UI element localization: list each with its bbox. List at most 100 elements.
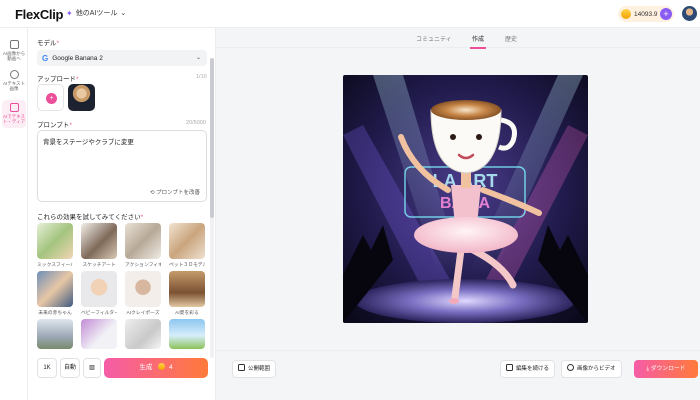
effect-name: ミックスフィーバー (37, 263, 73, 268)
upload-button[interactable]: + (37, 84, 64, 111)
effect-thumb (169, 223, 205, 259)
publish-scope-button[interactable]: 公開範囲 (232, 360, 277, 378)
effect-name: ベビーフィルター (81, 311, 117, 316)
effect-name: アクションフィギュア (125, 263, 161, 268)
effect-card[interactable] (169, 319, 205, 349)
publish-scope-label: 公開範囲 (248, 366, 271, 372)
effect-card[interactable] (125, 319, 161, 349)
prompt-count: 20/5000 (186, 120, 206, 126)
upload-icon: + (46, 93, 57, 104)
generated-image[interactable]: LA ART BA NA (343, 75, 588, 323)
pencil-icon (506, 364, 513, 371)
effect-thumb (169, 319, 205, 349)
model-value: Google Banana 2 (52, 54, 103, 62)
effect-name: AIクレイポーズ (126, 311, 160, 316)
tool-dropdown[interactable]: ✦ 他のAIツール ⌄ (66, 8, 126, 18)
effect-card[interactable] (81, 319, 117, 349)
effect-thumb (37, 271, 73, 307)
generate-label: 生成 (139, 364, 153, 371)
effect-thumb (125, 223, 161, 259)
upload-label: アップロード* (37, 76, 79, 83)
scrollbar-thumb[interactable] (210, 58, 214, 218)
effect-thumb (81, 319, 117, 349)
effect-thumb (125, 319, 161, 349)
coin-icon (621, 9, 631, 19)
effect-thumb (169, 271, 205, 307)
effect-card[interactable]: 未来の赤ちゃん (37, 271, 73, 316)
generated-image-art: LA ART BA NA (343, 75, 588, 323)
continue-edit-button[interactable]: 編集を続ける (500, 360, 556, 378)
magic-wand-icon: ⟲ (150, 190, 155, 196)
download-label: ダウンロード (650, 366, 686, 372)
text-image-icon (9, 70, 19, 79)
effect-card[interactable]: AI夏を彩る (169, 271, 205, 316)
credits-value: 14093.9 (634, 10, 658, 18)
prompt-text: 背景をステージやクラブに変更 (43, 139, 134, 146)
view-tabs: コミュニティ 作成 歴史 (216, 28, 700, 49)
effect-card[interactable] (37, 319, 73, 349)
prompt-optimize-button[interactable]: ⟲ プロンプトを改善 (150, 188, 200, 196)
settings-panel: モデル* G Google Banana 2 ⌄ アップロード* 1/10 + … (28, 28, 216, 400)
rail-item-image-edit[interactable]: AIでテキスト・ディア (2, 100, 26, 128)
user-avatar[interactable] (682, 6, 697, 21)
top-bar: FlexClip ✦ 他のAIツール ⌄ 14093.9 + (0, 0, 700, 28)
download-icon: ⤓ (646, 366, 650, 372)
prompt-label: プロンプト* (37, 122, 72, 129)
model-label: モデル* (37, 40, 60, 47)
visibility-icon (238, 364, 245, 371)
image-to-video-button[interactable]: 画像からビデオ (561, 360, 622, 378)
effect-card[interactable]: アクションフィギュア (125, 223, 161, 268)
panel-scrollbar[interactable] (210, 58, 214, 358)
tab-history[interactable]: 歴史 (505, 34, 517, 43)
add-credits-icon[interactable]: + (660, 8, 672, 20)
effect-thumb (125, 271, 161, 307)
rail-item-label: AIテキスト画像 (2, 81, 26, 92)
tab-community[interactable]: コミュニティ (416, 34, 452, 43)
effects-label: これらの効果を試してみてください* (37, 214, 144, 221)
left-rail: AI画像から動画へ AIテキスト画像 AIでテキスト・ディア (0, 28, 28, 400)
image-video-icon (9, 40, 19, 49)
effect-card[interactable]: ペット３Ｄモデル (169, 223, 205, 268)
rail-item-image-to-video[interactable]: AI画像から動画へ (2, 40, 26, 62)
effect-thumb (37, 319, 73, 349)
prompt-input[interactable]: 背景をステージやクラブに変更 ⟲ プロンプトを改善 (37, 130, 207, 202)
effect-name: ペット３Ｄモデル (169, 263, 205, 268)
effect-thumb (37, 223, 73, 259)
tab-create[interactable]: 作成 (469, 34, 487, 49)
image-settings-icon: ▧ (89, 365, 95, 371)
app-root: FlexClip ✦ 他のAIツール ⌄ 14093.9 + AI画像から動画へ… (0, 0, 700, 400)
google-icon: G (42, 53, 49, 63)
effect-card[interactable]: スケッチアート (81, 223, 117, 268)
effect-name: AI夏を彩る (175, 311, 199, 316)
rail-item-label: AI画像から動画へ (2, 51, 26, 62)
effect-card[interactable]: AIクレイポーズ (125, 271, 161, 316)
play-icon (567, 364, 574, 371)
rail-item-text-to-image[interactable]: AIテキスト画像 (2, 70, 26, 92)
credits-badge[interactable]: 14093.9 + (618, 6, 674, 22)
model-select[interactable]: G Google Banana 2 ⌄ (37, 50, 207, 66)
effect-name: 未来の赤ちゃん (38, 311, 72, 316)
coin-icon (158, 363, 166, 370)
chevron-down-icon: ⌄ (120, 10, 127, 17)
image-settings-button[interactable]: ▧ (83, 358, 101, 378)
effect-thumb (81, 271, 117, 307)
flexclip-logo[interactable]: FlexClip (15, 7, 63, 22)
effect-thumb (81, 223, 117, 259)
rail-item-label: AIでテキスト・ディア (2, 114, 26, 125)
bottom-toolbar: 公開範囲 編集を続ける 画像からビデオ ⤓ ダウンロード (216, 350, 700, 400)
download-button[interactable]: ⤓ ダウンロード (634, 360, 698, 378)
resolution-button[interactable]: 1K (37, 358, 57, 378)
effect-name: スケッチアート (82, 263, 116, 268)
chevron-down-icon: ⌄ (195, 55, 201, 61)
effect-card[interactable]: ベビーフィルター (81, 271, 117, 316)
prompt-optimize-label: プロンプトを改善 (156, 190, 200, 196)
generate-button[interactable]: 生成 4 (104, 358, 208, 378)
aspect-auto-button[interactable]: 自動 (60, 358, 80, 378)
effect-card[interactable]: ミックスフィーバー (37, 223, 73, 268)
continue-edit-label: 編集を続ける (516, 366, 550, 372)
sparkle-icon: ✦ (66, 8, 73, 18)
upload-count: 1/10 (196, 74, 207, 80)
uploaded-image-thumb[interactable] (68, 84, 95, 111)
image-to-video-label: 画像からビデオ (577, 366, 616, 372)
tool-dropdown-label: 他のAIツール (75, 10, 118, 17)
